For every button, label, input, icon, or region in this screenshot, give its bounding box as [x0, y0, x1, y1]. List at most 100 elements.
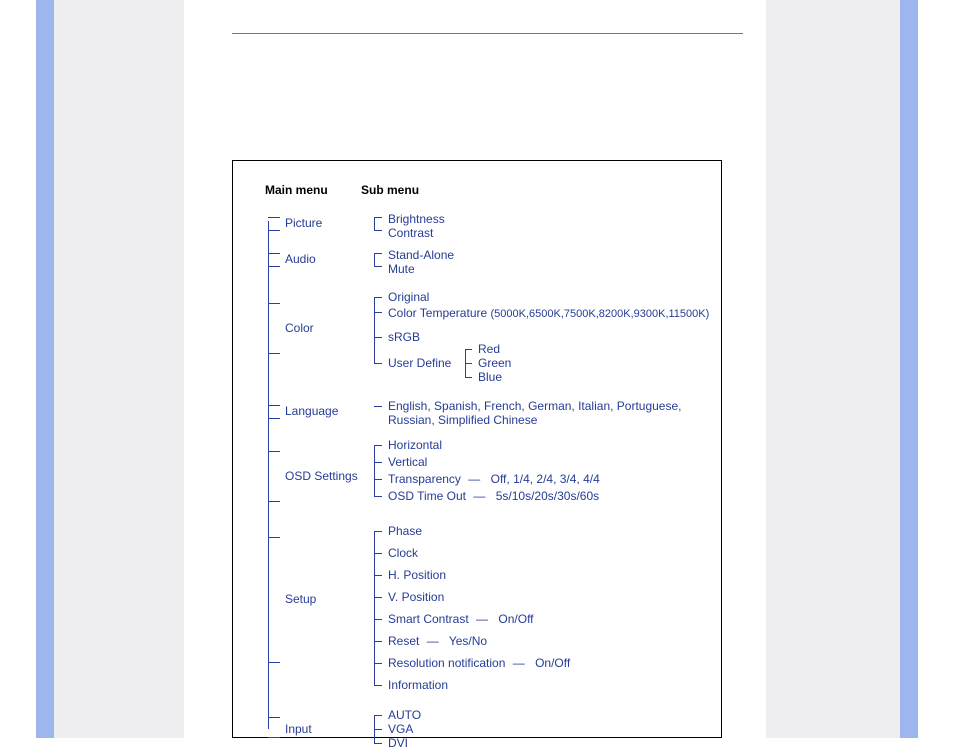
bracket-tick — [268, 717, 280, 718]
sub-item-label: Resolution notification — [388, 656, 505, 670]
bracket-tick — [374, 312, 382, 313]
bracket-tick — [374, 363, 382, 364]
bracket-vbar — [374, 531, 375, 685]
bracket-tick — [374, 406, 382, 407]
decorative-right-stripe — [900, 0, 918, 738]
bracket-tick — [268, 230, 280, 231]
sub-item-values: On/Off — [535, 656, 570, 670]
sub-item-color-temperature: Color Temperature (5000K,6500K,7500K,820… — [388, 306, 709, 320]
sub-item-values: 5s/10s/20s/30s/60s — [496, 489, 599, 503]
language-list-line1: English, Spanish, French, German, Italia… — [388, 399, 682, 413]
decorative-left-stripe — [36, 0, 54, 738]
bracket-tick — [374, 641, 382, 642]
main-item-audio: Audio — [285, 252, 316, 266]
osd-item-transparency: Transparency — Off, 1/4, 2/4, 3/4, 4/4 — [388, 472, 600, 486]
osd-item-vertical: Vertical — [388, 455, 427, 469]
sub-item-values: Yes/No — [449, 634, 487, 648]
input-item-auto: AUTO — [388, 708, 421, 722]
sub-item-brightness: Brightness — [388, 212, 445, 226]
sub-item-values: On/Off — [498, 612, 533, 626]
bracket-tick — [268, 353, 280, 354]
sub-item-label: OSD Time Out — [388, 489, 466, 503]
main-item-color: Color — [285, 321, 314, 335]
bracket-vbar — [374, 253, 375, 266]
input-item-dvi: DVI — [388, 736, 408, 750]
input-item-vga: VGA — [388, 722, 413, 736]
bracket-tick — [268, 405, 280, 406]
bracket-tick — [374, 729, 382, 730]
tree-spine — [268, 221, 269, 729]
sub-item-mute: Mute — [388, 262, 415, 276]
setup-item-smart-contrast: Smart Contrast — On/Off — [388, 612, 534, 626]
bracket-tick — [268, 662, 280, 663]
main-item-setup: Setup — [285, 592, 316, 606]
sub-item-original: Original — [388, 290, 429, 304]
sub-item-user-define: User Define — [388, 356, 451, 370]
bracket-tick — [268, 217, 280, 218]
bracket-vbar — [374, 445, 375, 496]
setup-item-vpos: V. Position — [388, 590, 444, 604]
sub-item-values: Off, 1/4, 2/4, 3/4, 4/4 — [491, 472, 600, 486]
main-item-osd-settings: OSD Settings — [285, 469, 358, 483]
separator-dash: — — [464, 472, 487, 486]
language-list-line2: Russian, Simplified Chinese — [388, 413, 537, 427]
bracket-tick — [374, 743, 382, 744]
bracket-tick — [374, 553, 382, 554]
ud-item-blue: Blue — [478, 370, 502, 384]
ud-item-red: Red — [478, 342, 500, 356]
bracket-tick — [374, 230, 382, 231]
separator-dash: — — [472, 612, 495, 626]
osd-item-horizontal: Horizontal — [388, 438, 442, 452]
header-main-menu: Main menu — [265, 183, 328, 197]
bracket-tick — [374, 462, 382, 463]
setup-item-reset: Reset — Yes/No — [388, 634, 487, 648]
bracket-tick — [374, 685, 382, 686]
bracket-tick — [374, 496, 382, 497]
bracket-tick — [374, 266, 382, 267]
page-gutter-right — [766, 0, 900, 738]
bracket-tick — [268, 253, 280, 254]
bracket-tick — [374, 619, 382, 620]
bracket-tick — [374, 715, 382, 716]
page-gutter-left — [54, 0, 184, 738]
header-sub-menu: Sub menu — [361, 183, 419, 197]
bracket-tick — [374, 337, 382, 338]
bracket-tick — [374, 217, 382, 218]
separator-dash: — — [423, 634, 446, 648]
main-item-input: Input — [285, 722, 312, 736]
setup-item-clock: Clock — [388, 546, 418, 560]
separator-dash: — — [509, 656, 532, 670]
main-item-language: Language — [285, 404, 338, 418]
sub-item-label: Reset — [388, 634, 419, 648]
bracket-tick — [465, 349, 472, 350]
sub-item-label: Color Temperature — [388, 306, 487, 320]
bracket-tick — [374, 479, 382, 480]
bracket-tick — [374, 597, 382, 598]
sub-item-standalone: Stand-Alone — [388, 248, 454, 262]
bracket-tick — [268, 303, 280, 304]
horizontal-rule — [232, 33, 743, 34]
bracket-tick — [374, 663, 382, 664]
setup-item-phase: Phase — [388, 524, 422, 538]
sub-item-label: Transparency — [388, 472, 461, 486]
menu-tree: Picture Brightness Contrast Audio Stand-… — [265, 217, 701, 737]
osd-item-timeout: OSD Time Out — 5s/10s/20s/30s/60s — [388, 489, 599, 503]
separator-dash: — — [469, 489, 492, 503]
bracket-tick — [465, 363, 472, 364]
bracket-tick — [374, 445, 382, 446]
bracket-tick — [268, 501, 280, 502]
bracket-tick — [374, 575, 382, 576]
bracket-tick — [374, 253, 382, 254]
setup-item-information: Information — [388, 678, 448, 692]
sub-item-label: Smart Contrast — [388, 612, 469, 626]
main-item-picture: Picture — [285, 216, 322, 230]
sub-item-contrast: Contrast — [388, 226, 433, 240]
bracket-tick — [374, 531, 382, 532]
bracket-tick — [374, 297, 382, 298]
bracket-vbar — [374, 217, 375, 230]
bracket-tick — [268, 266, 280, 267]
bracket-vbar — [374, 297, 375, 363]
bracket-tick — [268, 451, 280, 452]
bracket-tick — [268, 418, 280, 419]
osd-menu-tree-figure: Main menu Sub menu Picture Brightness Co… — [232, 160, 722, 738]
